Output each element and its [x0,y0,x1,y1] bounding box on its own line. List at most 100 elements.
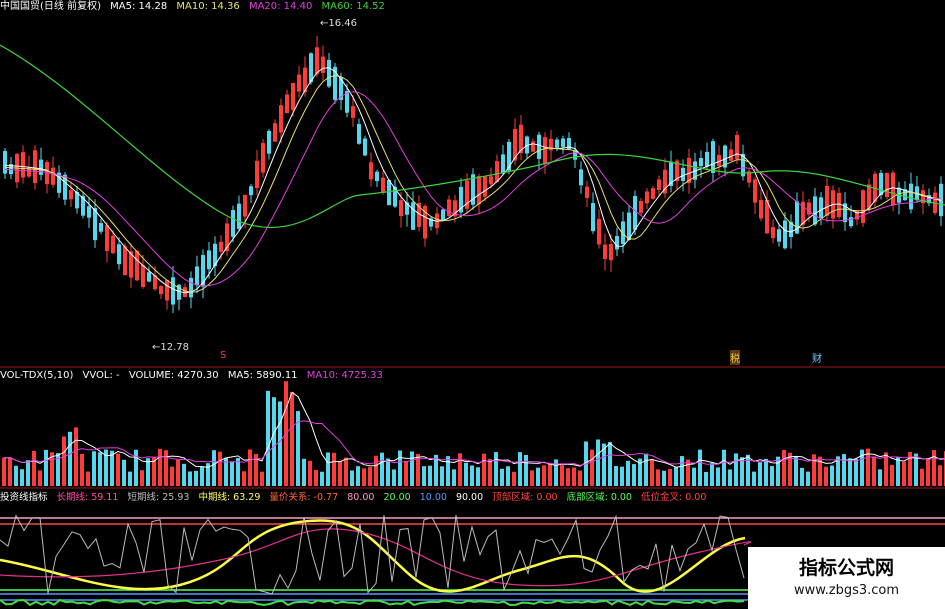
candle-body [165,280,169,301]
long-line-label: 长期线: 59.11 [56,492,119,503]
volume-bar [458,453,462,486]
volume-bar [380,452,384,486]
ma5-label: MA5: 14.28 [110,1,168,12]
stock-chart-canvas[interactable] [0,0,945,609]
candle-body [387,180,391,206]
candle-body [807,202,811,215]
volume-bar [14,465,18,486]
mid-term-line [0,519,746,593]
volume-bar [494,452,498,486]
vol-title: VOL-TDX(5,10) [0,370,74,381]
level-20-label: 20.00 [383,492,411,503]
volume-bar [614,466,618,486]
volume-bar [746,454,750,486]
volume-bar [164,450,168,486]
candle-body [123,246,127,276]
candle-body [273,123,277,142]
volume-bar [182,463,186,486]
volume-bar [278,401,282,486]
candle-body [309,53,313,83]
volume-bar [20,469,24,486]
candle-body [297,74,301,92]
volume-bar [230,461,234,486]
volume-bar [68,431,72,486]
volume-bar [920,468,924,486]
candle-body [597,218,601,245]
candle-body [771,227,775,239]
volume-bar [542,465,546,486]
price-header: 中国国贸(日线 前复权) MA5: 14.28 MA10: 14.36 MA20… [0,0,391,14]
candle-body [201,255,205,287]
volume-bar [926,458,930,486]
volume-bar [374,455,378,486]
volume-bar [308,460,312,486]
candle-body [315,47,319,75]
candle-body [33,150,37,184]
candle-body [591,203,595,232]
volume-bar [668,468,672,486]
volume-bar [776,456,780,486]
volume-bar [74,427,78,486]
volume-bar [848,458,852,486]
candle-body [117,244,121,265]
volume-bar [740,457,744,486]
volume-bar [188,471,192,486]
volume-bar [350,470,354,486]
volume-bar [752,471,756,486]
candle-body [825,185,829,216]
candle-body [351,106,355,118]
level-80-label: 80.00 [347,492,375,503]
volume-bar [596,439,600,486]
candle-body [399,200,403,217]
candle-body [141,265,145,288]
event-marker-finance[interactable]: 财 [812,350,822,365]
event-marker-s[interactable]: S [220,350,226,361]
level-10-label: 10.00 [419,492,447,503]
volume-bar [128,471,132,486]
candle-body [207,250,211,270]
volume-bar [122,459,126,486]
volume-bar [200,467,204,486]
volume-bar [770,466,774,486]
long-term-line [0,528,752,587]
candle-body [243,194,247,217]
volume-bar [560,465,564,486]
candle-body [759,200,763,219]
volume-bar [728,469,732,486]
candle-body [393,186,397,207]
volume-ma-line [3,391,945,468]
volume-bar [398,450,402,486]
volume-bar [2,457,6,486]
volume-bar [326,452,330,486]
volume-bar [620,466,624,486]
volume-bar [800,467,804,486]
volume-bar [878,469,882,486]
volume-bar [704,471,708,486]
vol-ma10-label: MA10: 4725.33 [306,370,383,381]
volume-bar [8,457,12,486]
candle-body [327,60,331,87]
candle-body [171,277,175,305]
candle-body [615,236,619,250]
volume-bar [86,471,90,486]
candle-body [639,200,643,213]
candle-body [633,196,637,230]
volume-bar [608,442,612,486]
volume-bar [686,459,690,486]
volume-bar [692,467,696,486]
candle-body [21,152,25,178]
stock-title: 中国国贸(日线 前复权) [0,1,101,12]
volume-bar [482,453,486,486]
top-zone-label: 顶部区域: 0.00 [492,492,558,503]
candle-body [909,183,913,210]
volume-bar [338,460,342,486]
candle-body [837,192,841,218]
volume-bar [356,466,360,486]
volume-bar [446,456,450,486]
event-marker-tax[interactable]: 税 [730,350,740,365]
volume-bar [212,450,216,486]
candle-body [603,244,607,260]
volume-ma-line [3,420,945,466]
candle-body [381,177,385,192]
candle-body [447,199,451,217]
